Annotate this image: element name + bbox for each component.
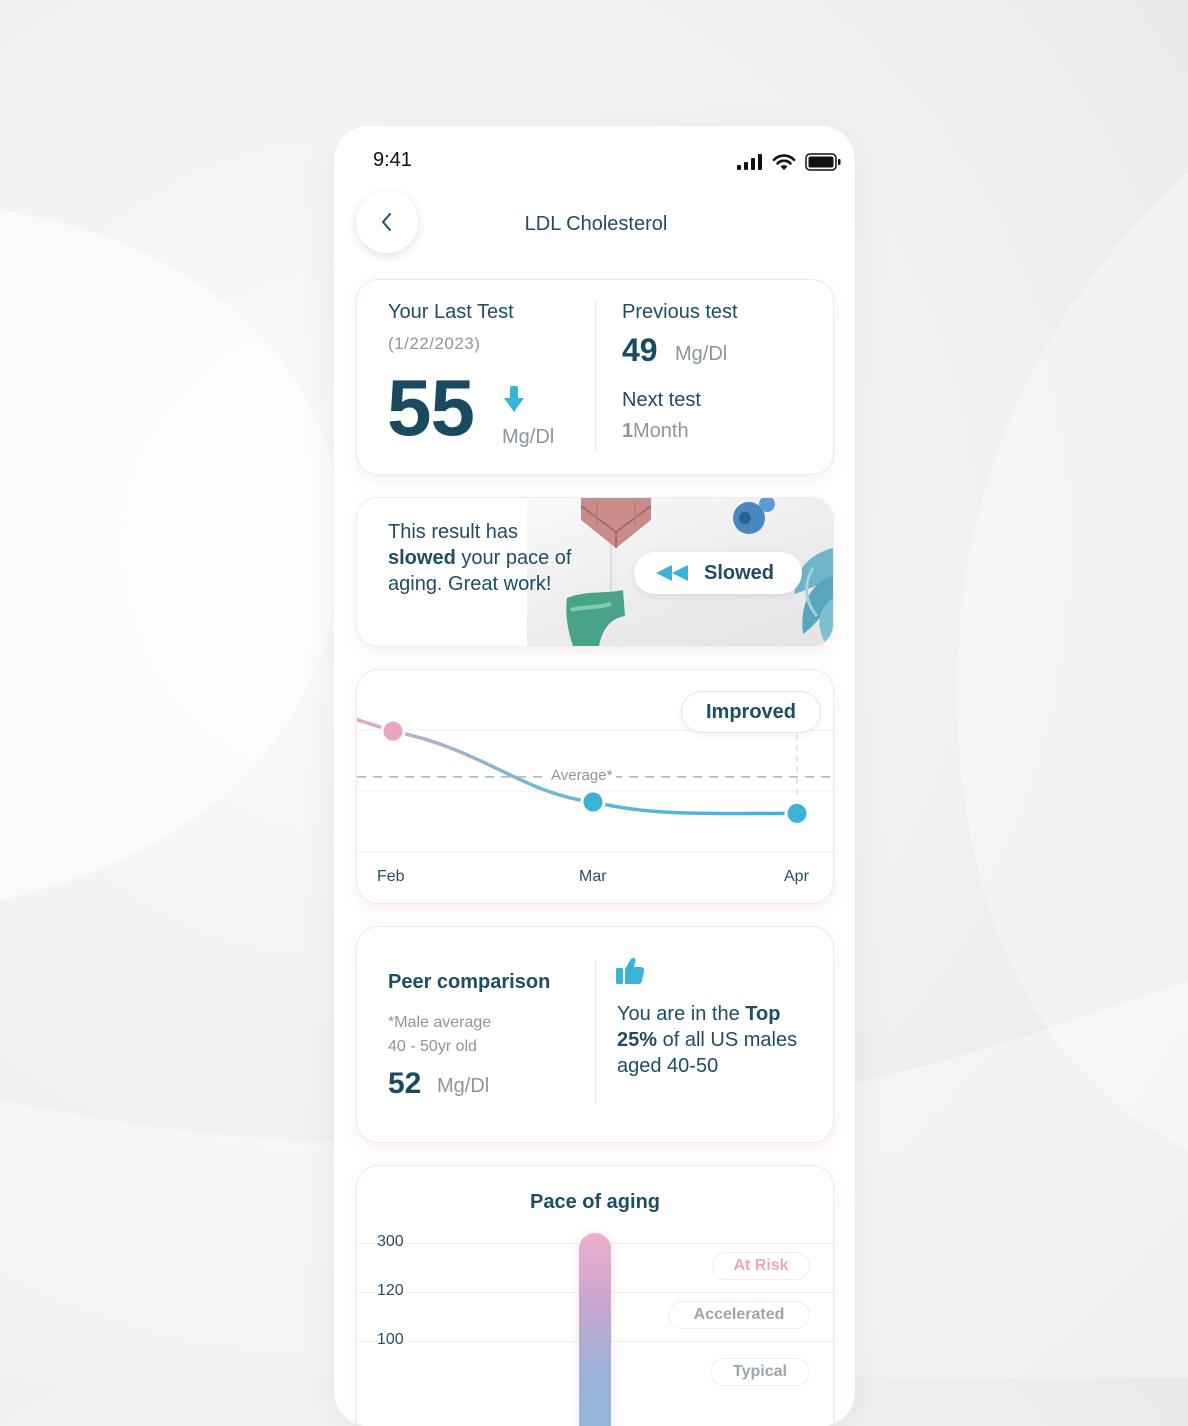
slowed-label: Slowed <box>704 561 775 584</box>
last-test-unit: Mg/Dl <box>502 426 555 448</box>
zone-accelerated: Accelerated <box>668 1301 810 1329</box>
y-tick-label: 300 <box>377 1233 404 1250</box>
wifi-icon <box>772 153 796 170</box>
arrow-down-icon <box>504 386 524 412</box>
peer-comparison-title: Peer comparison <box>388 971 551 993</box>
next-test-label: Next test <box>622 389 701 411</box>
data-point[interactable] <box>580 789 606 815</box>
card-divider <box>595 300 596 452</box>
aging-result-message: This result has slowed your pace of agin… <box>388 521 572 595</box>
next-test-value: 1 <box>622 420 634 442</box>
previous-test-unit: Mg/Dl <box>675 343 728 365</box>
status-time: 9:41 <box>373 149 412 171</box>
trend-chart-card: Improved Average* Feb Mar Apr <box>356 669 834 904</box>
zone-at-risk: At Risk <box>712 1252 810 1280</box>
status-icons <box>737 153 841 171</box>
x-tick-label-apr: Apr <box>784 868 809 885</box>
zone-typical: Typical <box>710 1358 810 1386</box>
rewind-icon <box>656 565 688 581</box>
peer-note-line2: 40 - 50yr old <box>388 1038 477 1055</box>
peer-comparison-card: Peer comparison *Male average 40 - 50yr … <box>356 926 834 1143</box>
data-point[interactable] <box>380 718 406 744</box>
peer-note-line1: *Male average <box>388 1014 492 1031</box>
peer-average-unit: Mg/Dl <box>437 1075 490 1097</box>
improved-badge[interactable]: Improved <box>681 691 821 733</box>
last-test-date: (1/22/2023) <box>388 334 481 353</box>
average-label: Average* <box>547 766 617 784</box>
phone-frame: 9:41 LDL Cholesterol Your Last Test (1/2… <box>334 126 855 1426</box>
test-summary-card: Your Last Test (1/22/2023) 55 Mg/Dl Prev… <box>356 279 834 475</box>
slowed-badge[interactable]: Slowed <box>634 552 802 594</box>
last-test-value: 55 <box>387 363 475 452</box>
cellular-signal-icon <box>737 154 762 170</box>
peer-average-value: 52 <box>388 1067 422 1100</box>
page-title: LDL Cholesterol <box>524 213 668 235</box>
y-tick-label: 100 <box>377 1331 404 1348</box>
aging-gauge-bar <box>579 1233 611 1426</box>
previous-test-value: 49 <box>622 332 658 368</box>
peer-comparison-message: You are in the Top 25% of all US males a… <box>617 1003 798 1077</box>
aging-result-banner: This result has slowed your pace of agin… <box>356 497 834 647</box>
thumbs-up-icon <box>616 957 645 984</box>
battery-icon <box>805 153 841 171</box>
pace-of-aging-card: Pace of aging 300 120 100 At Risk Accele… <box>356 1165 834 1426</box>
card-divider <box>595 959 596 1104</box>
data-point[interactable] <box>784 800 810 826</box>
y-tick-label: 120 <box>377 1282 404 1299</box>
status-bar: 9:41 <box>334 126 855 186</box>
pace-of-aging-title: Pace of aging <box>529 1191 661 1213</box>
x-tick-label-feb: Feb <box>377 868 405 885</box>
next-test-unit: Month <box>633 420 689 442</box>
last-test-label: Your Last Test <box>388 301 514 323</box>
x-tick-label-mar: Mar <box>579 868 607 885</box>
previous-test-label: Previous test <box>622 301 738 323</box>
